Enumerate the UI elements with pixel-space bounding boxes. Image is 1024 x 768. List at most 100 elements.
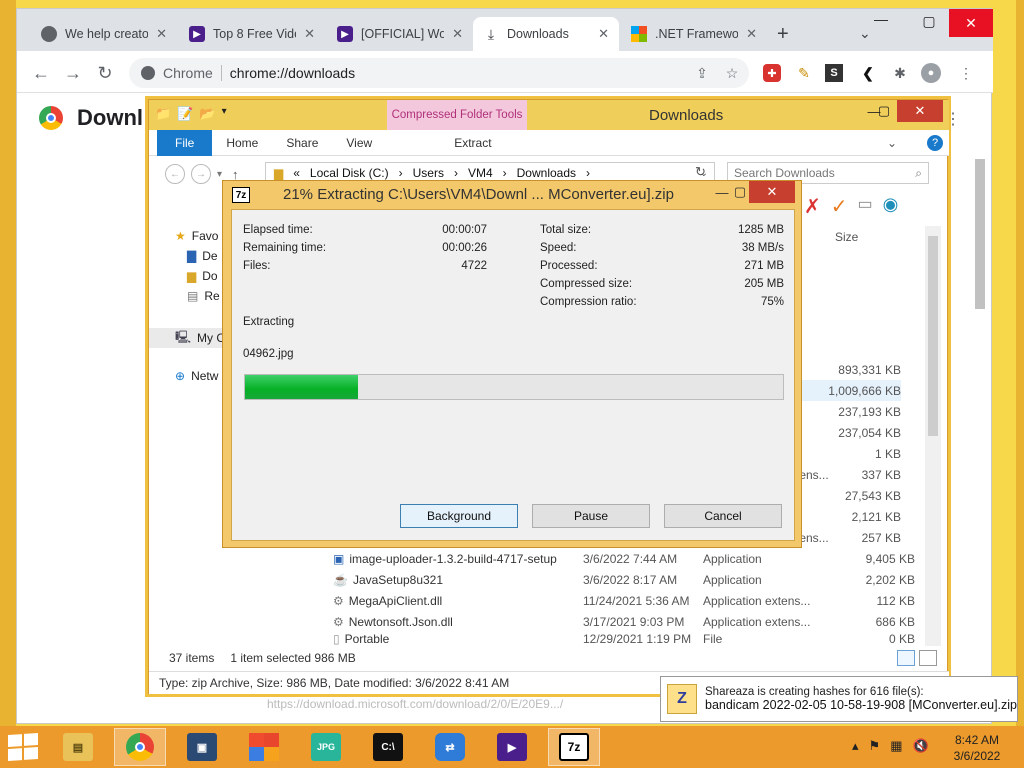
breadcrumb-users[interactable]: Users (413, 166, 444, 180)
chrome-scrollbar[interactable] (975, 159, 985, 309)
back-arrow-icon[interactable]: ← (165, 164, 185, 184)
close-icon[interactable]: ✕ (304, 26, 315, 42)
close-icon[interactable]: ✕ (156, 26, 167, 42)
profile-avatar-icon[interactable]: ● (921, 63, 941, 83)
delete-x-icon[interactable]: ✗ (804, 194, 821, 219)
arrow-extension-icon[interactable]: ❮ (857, 62, 879, 84)
large-icons-view-icon[interactable] (919, 650, 937, 666)
taskbar-purple-app[interactable]: ▶ (486, 728, 538, 766)
close-window-button[interactable]: ✕ (949, 9, 993, 37)
breadcrumb-vm4[interactable]: VM4 (468, 166, 493, 180)
nav-recent[interactable]: ▤ Re (149, 286, 229, 306)
show-hidden-icons-chevron-icon[interactable]: ▴ (852, 738, 859, 754)
nav-downloads[interactable]: ▆ Do (149, 266, 229, 286)
properties-icon[interactable]: 📝 (177, 106, 193, 122)
tab-home[interactable]: Home (212, 130, 272, 156)
file-row[interactable]: ⚙ Newtonsoft.Json.dll 3/17/2021 9:03 PM A… (333, 611, 933, 632)
file-row[interactable]: ⚙ MegaApiClient.dll 11/24/2021 5:36 AM Ap… (333, 590, 933, 611)
close-icon[interactable]: ✕ (598, 26, 609, 42)
taskbar-app[interactable]: ▣ (176, 728, 228, 766)
refresh-icon[interactable]: ↻ (695, 164, 706, 180)
taskbar-jpg-viewer[interactable]: JPG (300, 728, 352, 766)
network-icon[interactable]: ▦ (890, 738, 902, 754)
forward-arrow-icon[interactable]: → (191, 164, 211, 184)
nav-label: Favo (191, 229, 219, 243)
minimize-button[interactable]: — (859, 5, 903, 33)
volume-muted-icon[interactable]: 🔇 (912, 738, 928, 754)
tab-file[interactable]: File (157, 129, 213, 156)
tab-net-framework[interactable]: .NET Framewo ✕ (621, 17, 767, 51)
breadcrumb-separator[interactable]: › (399, 166, 403, 180)
compressed-size-label: Compressed size: (540, 278, 633, 290)
breadcrumb-downloads[interactable]: Downloads (517, 166, 576, 180)
background-button[interactable]: Background (400, 504, 518, 528)
reload-icon[interactable]: ↻ (91, 59, 119, 87)
nav-network[interactable]: ⊕ Netw (149, 366, 229, 386)
compressed-folder-tools-tab[interactable]: Compressed Folder Tools (387, 100, 527, 130)
action-center-flag-icon[interactable]: ⚑ (869, 738, 881, 754)
recent-locations-chevron-icon[interactable]: ▾ (217, 169, 222, 180)
share-icon[interactable]: ⇪ (691, 62, 713, 84)
file-list-scrollbar[interactable] (925, 226, 941, 646)
tab-top-8-free-video[interactable]: ▶ Top 8 Free Vide ✕ (179, 17, 325, 51)
taskbar-file-explorer[interactable]: ▤ (52, 728, 104, 766)
size-cell-selected[interactable]: 1,009,666 KB (789, 380, 901, 401)
brave-shield-icon[interactable]: ✚ (763, 64, 781, 82)
folder-icon[interactable]: 📁 (155, 106, 171, 122)
close-icon[interactable]: ✕ (746, 26, 757, 42)
tab-view[interactable]: View (332, 130, 386, 156)
scrollbar-thumb[interactable] (928, 236, 938, 436)
file-row[interactable]: ▯ Portable 12/29/2021 1:19 PM File 0 KB (333, 632, 933, 646)
nav-my-computer[interactable]: 🖳 My C (149, 328, 229, 348)
back-arrow-icon[interactable]: ← (27, 59, 55, 87)
close-icon[interactable]: ✕ (452, 26, 463, 42)
column-header-size[interactable]: Size (835, 230, 858, 244)
menu-dots-icon[interactable]: ⋮ (955, 62, 977, 84)
taskbar-terminal[interactable]: C:\ (362, 728, 414, 766)
start-button[interactable] (8, 732, 38, 762)
card-icon[interactable]: ▭ (858, 194, 873, 219)
cancel-button[interactable]: Cancel (664, 504, 782, 528)
sevenzip-progress-dialog: 7z 21% Extracting C:\Users\VM4\Downl ...… (222, 180, 802, 548)
maximize-button[interactable]: ▢ (907, 7, 951, 35)
puzzle-extensions-icon[interactable]: ✱ (889, 62, 911, 84)
qat-dropdown-icon[interactable]: ▾ (222, 106, 227, 122)
file-row[interactable]: ▣ image-uploader-1.3.2-build-4717-setup 3… (333, 548, 933, 569)
details-view-icon[interactable] (897, 650, 915, 666)
help-icon[interactable]: ? (927, 134, 943, 151)
tab-official[interactable]: ▶ [OFFICIAL] Wor ✕ (327, 17, 473, 51)
nav-favorites[interactable]: ★ Favo (149, 226, 229, 246)
close-window-button[interactable]: ✕ (749, 181, 795, 203)
breadcrumb-overflow[interactable]: « (293, 166, 300, 180)
new-folder-icon[interactable]: 📂 (199, 106, 215, 122)
breadcrumb-local-disk[interactable]: Local Disk (C:) (310, 166, 389, 180)
tab-extract[interactable]: Extract (440, 130, 505, 156)
close-window-button[interactable]: ✕ (897, 100, 943, 122)
breadcrumb-separator[interactable]: › (454, 166, 458, 180)
taskbar-sync[interactable]: ⇄ (424, 728, 476, 766)
tab-share[interactable]: Share (272, 130, 332, 156)
bookmark-star-icon[interactable]: ☆ (721, 62, 743, 84)
breadcrumb-separator[interactable]: › (503, 166, 507, 180)
breadcrumb-separator[interactable]: › (586, 166, 590, 180)
forward-arrow-icon[interactable]: → (59, 59, 87, 87)
taskbar-chrome[interactable] (114, 728, 166, 766)
taskbar-windows-tiles[interactable] (238, 728, 290, 766)
ribbon-collapse-chevron-icon[interactable]: ⌄ (887, 136, 897, 150)
file-row[interactable]: ☕ JavaSetup8u321 3/6/2022 8:17 AM Applica… (333, 569, 933, 590)
omnibox[interactable]: Chrome chrome://downloads (129, 58, 749, 88)
shareaza-notification[interactable]: Z Shareaza is creating hashes for 616 fi… (660, 676, 1018, 722)
pause-button[interactable]: Pause (532, 504, 650, 528)
s-extension-icon[interactable]: S (825, 64, 843, 82)
pencil-extension-icon[interactable]: ✎ (793, 62, 815, 84)
maximize-button[interactable]: ▢ (869, 100, 899, 122)
checkmark-icon[interactable]: ✓ (831, 194, 848, 219)
tab-downloads[interactable]: ⤓ Downloads ✕ (473, 17, 619, 51)
taskbar-clock[interactable]: 8:42 AM 3/6/2022 (942, 732, 1012, 764)
clock-time: 8:42 AM (954, 733, 1000, 747)
taskbar-7zip[interactable]: 7z (548, 728, 600, 766)
nav-desktop[interactable]: ▇ De (149, 246, 229, 266)
globe-app-icon[interactable]: ◉ (883, 194, 899, 219)
tab-we-help-creators[interactable]: We help creato ✕ (31, 17, 177, 51)
new-tab-button[interactable]: + (777, 23, 789, 46)
